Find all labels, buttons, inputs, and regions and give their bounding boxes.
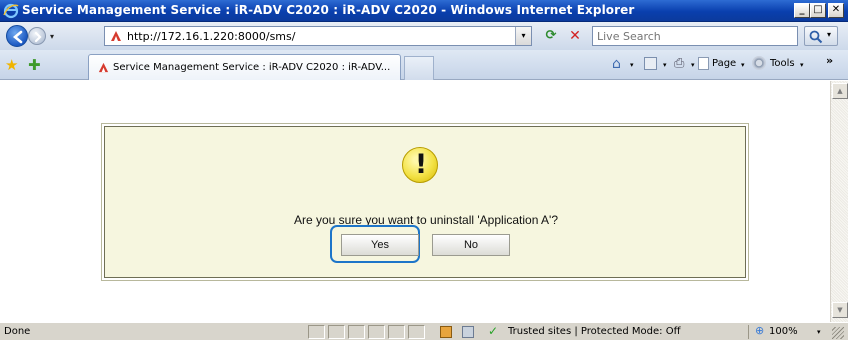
back-button[interactable]	[6, 25, 28, 47]
scroll-down-icon[interactable]: ▼	[832, 302, 848, 318]
addons-icon[interactable]	[462, 326, 474, 338]
refresh-icon[interactable]: ⟳	[542, 27, 560, 45]
tab-current-page[interactable]: Service Management Service : iR-ADV C202…	[88, 54, 401, 80]
zoom-magnifier-icon: ⊕	[755, 324, 765, 337]
add-favorite-icon[interactable]: ✚	[28, 56, 41, 74]
print-dropdown-icon[interactable]: ▾	[691, 61, 695, 69]
tab-toolbar-row: ★ ✚ Service Management Service : iR-ADV …	[0, 50, 848, 80]
status-slot	[368, 325, 385, 339]
security-zone-text[interactable]: Trusted sites | Protected Mode: Off	[508, 326, 681, 337]
tools-menu-button[interactable]: Tools	[770, 58, 795, 69]
search-input[interactable]	[597, 29, 787, 44]
home-dropdown-icon[interactable]: ▾	[630, 61, 634, 69]
favorites-star-icon[interactable]: ★	[5, 56, 18, 74]
url-text: http://172.16.1.220:8000/sms/	[127, 30, 296, 43]
resize-grip-icon[interactable]	[832, 327, 844, 339]
status-slot	[328, 325, 345, 339]
status-slot	[348, 325, 365, 339]
tools-gear-icon[interactable]	[752, 56, 766, 70]
page-menu-button[interactable]: Page	[712, 58, 736, 69]
search-field[interactable]	[592, 26, 798, 46]
zoom-control[interactable]: ⊕ 100% ▾	[748, 324, 821, 339]
toolbar-overflow-icon[interactable]: »	[826, 54, 833, 67]
search-options-dropdown-icon[interactable]: ▾	[827, 30, 831, 39]
zoom-level: 100%	[769, 326, 798, 337]
status-slot	[388, 325, 405, 339]
close-button[interactable]: ✕	[828, 3, 844, 18]
trusted-sites-check-icon: ✓	[488, 324, 499, 338]
site-favicon-icon	[98, 62, 109, 73]
new-tab-button[interactable]	[404, 56, 434, 80]
address-dropdown-button[interactable]: ▾	[515, 27, 531, 45]
scroll-up-icon[interactable]: ▲	[832, 83, 848, 99]
confirm-message: Are you sure you want to uninstall 'Appl…	[293, 213, 559, 227]
page-icon[interactable]	[698, 57, 709, 70]
stop-icon[interactable]: ✕	[566, 27, 584, 45]
forward-button[interactable]	[28, 27, 46, 45]
print-icon[interactable]: ⎙	[674, 56, 684, 71]
status-slot	[308, 325, 325, 339]
window-title: Service Management Service : iR-ADV C202…	[22, 3, 635, 17]
minimize-button[interactable]: _	[794, 3, 810, 18]
recent-pages-dropdown-icon[interactable]: ▾	[50, 32, 54, 41]
vertical-scrollbar[interactable]: ▲ ▼	[830, 81, 848, 322]
no-button[interactable]: No	[432, 234, 510, 256]
maximize-button[interactable]: □	[810, 3, 826, 18]
search-button[interactable]: ▾	[804, 26, 838, 46]
exclamation-mark: !	[414, 149, 428, 180]
confirm-dialog: ! Are you sure you want to uninstall 'Ap…	[101, 123, 749, 281]
yes-button[interactable]: Yes	[341, 234, 419, 256]
magnifier-icon	[809, 30, 823, 44]
browser-window: Service Management Service : iR-ADV C202…	[0, 0, 848, 340]
protected-mode-icon[interactable]	[440, 326, 452, 338]
home-icon[interactable]: ⌂	[612, 56, 621, 72]
warning-icon: !	[402, 147, 438, 183]
zoom-dropdown-icon[interactable]: ▾	[817, 328, 821, 336]
title-bar[interactable]: Service Management Service : iR-ADV C202…	[0, 0, 848, 22]
status-slot	[408, 325, 425, 339]
address-field[interactable]: http://172.16.1.220:8000/sms/ ▾	[104, 26, 532, 46]
feeds-dropdown-icon[interactable]: ▾	[663, 61, 667, 69]
page-content: ! Are you sure you want to uninstall 'Ap…	[0, 81, 830, 322]
forward-arrow-icon	[34, 31, 42, 43]
address-bar-row: ▾ http://172.16.1.220:8000/sms/ ▾ ⟳ ✕ ▾	[0, 22, 848, 50]
back-arrow-icon	[12, 30, 23, 44]
site-favicon-icon	[111, 31, 121, 41]
feeds-icon[interactable]	[644, 57, 657, 70]
status-bar: Done ✓ Trusted sites | Protected Mode: O…	[0, 322, 848, 340]
tools-dropdown-icon[interactable]: ▾	[800, 61, 804, 69]
ie-logo-icon	[3, 3, 19, 19]
tab-label: Service Management Service : iR-ADV C202…	[113, 62, 391, 73]
page-dropdown-icon[interactable]: ▾	[741, 61, 745, 69]
status-text: Done	[4, 326, 31, 337]
